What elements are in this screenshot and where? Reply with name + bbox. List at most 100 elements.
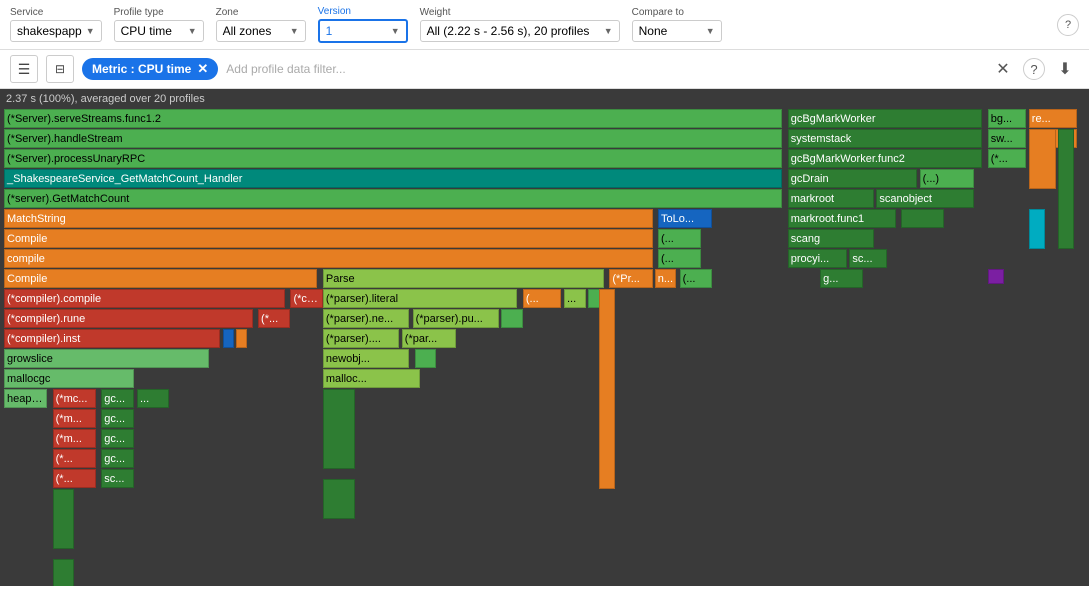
service-select[interactable]: shakespapp ▼ — [10, 20, 102, 42]
metric-chip[interactable]: Metric : CPU time ✕ — [82, 58, 218, 80]
flame-block-m3[interactable]: (*m... — [53, 429, 96, 448]
flame-block-gcbgmark[interactable]: gcBgMarkWorker — [788, 109, 983, 128]
close-button[interactable]: ✕ — [989, 55, 1017, 83]
filter-icon[interactable]: ⊟ — [46, 55, 74, 83]
zone-select[interactable]: All zones ▼ — [216, 20, 306, 42]
flame-block-compile3[interactable]: Compile — [4, 269, 317, 288]
chip-close-icon[interactable]: ✕ — [197, 61, 208, 77]
flame-block-parser-ne[interactable]: (*parser).ne... — [323, 309, 409, 328]
profile-type-select[interactable]: CPU time ▼ — [114, 20, 204, 42]
flame-block-heapb[interactable]: heapB... — [4, 389, 47, 408]
flame-block-gcdrain[interactable]: gcDrain — [788, 169, 918, 188]
add-filter-placeholder[interactable]: Add profile data filter... — [226, 62, 981, 76]
flame-block-compiler-rune[interactable]: (*compiler).rune — [4, 309, 253, 328]
second-bar: ☰ ⊟ Metric : CPU time ✕ Add profile data… — [0, 50, 1089, 89]
version-select[interactable]: 1 ▼ — [318, 19, 408, 43]
download-icon[interactable]: ⬇ — [1051, 55, 1079, 83]
flame-block-parse[interactable]: Parse — [323, 269, 604, 288]
help-button[interactable]: ? — [1057, 14, 1079, 36]
flame-block-small2[interactable] — [501, 309, 523, 328]
flame-graph-container: 2.37 s (100%), averaged over 20 profiles… — [0, 89, 1089, 586]
flame-block-shakespeare[interactable]: _ShakespeareService_GetMatchCount_Handle… — [4, 169, 782, 188]
flame-block-oparen3[interactable]: (... — [680, 269, 712, 288]
flame-block-procyi[interactable]: procyi... — [788, 249, 847, 268]
compare-chevron-icon: ▼ — [706, 26, 715, 36]
flame-block-scang[interactable]: scang — [788, 229, 874, 248]
flame-block-oparen1[interactable]: (... — [658, 229, 701, 248]
flame-block-blue-small[interactable] — [223, 329, 234, 348]
flame-block-sw[interactable]: sw... — [988, 129, 1026, 148]
flame-block-gc[interactable]: gc... — [101, 389, 133, 408]
flame-block-pr[interactable]: (*Pr... — [609, 269, 652, 288]
flame-block-markroot-func1[interactable]: markroot.func1 — [788, 209, 896, 228]
flame-block-compile1[interactable]: Compile — [4, 229, 653, 248]
flame-block-open-paren[interactable]: (...) — [920, 169, 974, 188]
flame-block-mallocgc[interactable]: mallocgc — [4, 369, 134, 388]
flame-block-oparen2[interactable]: (... — [658, 249, 701, 268]
flame-block-star3[interactable]: (*... — [53, 449, 96, 468]
flame-block-bottom1[interactable] — [53, 489, 75, 549]
flame-block-compiler-compile[interactable]: (*compiler).compile — [4, 289, 285, 308]
flame-graph[interactable]: (*Server).serveStreams.func1.2 gcBgMarkW… — [4, 109, 1085, 582]
flame-block-get-match-count[interactable]: (*server).GetMatchCount — [4, 189, 782, 208]
flame-block-gc5[interactable]: gc... — [101, 449, 133, 468]
flame-block-empty1[interactable] — [901, 209, 944, 228]
flame-block-bottom2[interactable] — [53, 559, 75, 586]
flame-block-g[interactable]: g... — [820, 269, 863, 288]
flame-block-gcbgmark2[interactable]: gcBgMarkWorker.func2 — [788, 149, 983, 168]
flame-block-mc[interactable]: (*mc... — [53, 389, 96, 408]
flame-block-matchstring[interactable]: MatchString — [4, 209, 653, 228]
flame-block-right-orange[interactable] — [1029, 129, 1056, 189]
flame-block-gc2[interactable]: ... — [137, 389, 169, 408]
flame-block-right-green[interactable] — [1058, 129, 1074, 249]
flame-block-markroot[interactable]: markroot — [788, 189, 874, 208]
flame-block-gc3[interactable]: gc... — [101, 409, 133, 428]
help-icon[interactable]: ? — [1023, 58, 1045, 80]
flame-block-oparen4[interactable]: (... — [523, 289, 561, 308]
flame-block-handle-stream[interactable]: (*Server).handleStream — [4, 129, 782, 148]
flame-block-parser-pu[interactable]: (*parser).pu... — [413, 309, 499, 328]
profile-type-value: CPU time — [121, 24, 172, 38]
flame-block-process-unary[interactable]: (*Server).processUnaryRPC — [4, 149, 782, 168]
flame-block-right-cyan[interactable] — [1029, 209, 1045, 249]
flame-block-systemstack[interactable]: systemstack — [788, 129, 983, 148]
flame-block-parser-dots[interactable]: (*parser).... — [323, 329, 399, 348]
flame-block-tolo[interactable]: ToLo... — [658, 209, 712, 228]
profile-type-filter: Profile type CPU time ▼ — [114, 7, 204, 42]
flame-block-parser-literal[interactable]: (*parser).literal — [323, 289, 518, 308]
flame-block-compile-tall[interactable] — [599, 289, 615, 489]
flame-block-newobj[interactable]: newobj... — [323, 349, 409, 368]
flame-block-re[interactable]: re... — [1029, 109, 1078, 128]
bar-actions: ✕ ? ⬇ — [989, 55, 1079, 83]
flame-block-growslice[interactable]: growslice — [4, 349, 209, 368]
flame-block-parser-bottom[interactable] — [323, 389, 355, 469]
flame-block-sc[interactable]: sc... — [849, 249, 887, 268]
flame-block-par[interactable]: (*par... — [402, 329, 456, 348]
flame-block-compiler-inst[interactable]: (*compiler).inst — [4, 329, 220, 348]
flame-block-green-small[interactable] — [415, 349, 437, 368]
compare-select[interactable]: None ▼ — [632, 20, 722, 42]
flame-block-co[interactable]: (*co... — [290, 289, 322, 308]
flame-block-star[interactable]: (*... — [988, 149, 1026, 168]
flame-block-star2[interactable]: (*... — [258, 309, 290, 328]
metric-chip-label: Metric : CPU time — [92, 62, 191, 76]
flame-block-orange-small[interactable] — [236, 329, 247, 348]
weight-value: All (2.22 s - 2.56 s), 20 profiles — [427, 24, 590, 38]
flame-block-star4[interactable]: (*... — [53, 469, 96, 488]
flame-block-parser-bottom2[interactable] — [323, 479, 355, 519]
flame-block-sc2[interactable]: sc... — [101, 469, 133, 488]
flame-block-gc4[interactable]: gc... — [101, 429, 133, 448]
flame-block-n[interactable]: n... — [655, 269, 677, 288]
flame-block-dots[interactable]: ... — [564, 289, 586, 308]
flame-block-scanobject[interactable]: scanobject — [876, 189, 973, 208]
flame-block-m2[interactable]: (*m... — [53, 409, 96, 428]
service-chevron-icon: ▼ — [86, 26, 95, 36]
flame-block-right-purple[interactable] — [988, 269, 1004, 284]
flame-block-compile2[interactable]: compile — [4, 249, 653, 268]
menu-icon[interactable]: ☰ — [10, 55, 38, 83]
weight-select[interactable]: All (2.22 s - 2.56 s), 20 profiles ▼ — [420, 20, 620, 42]
flame-block-malloc[interactable]: malloc... — [323, 369, 420, 388]
flame-block-bg[interactable]: bg... — [988, 109, 1026, 128]
zone-label: Zone — [216, 7, 306, 18]
flame-block-serve-streams[interactable]: (*Server).serveStreams.func1.2 — [4, 109, 782, 128]
